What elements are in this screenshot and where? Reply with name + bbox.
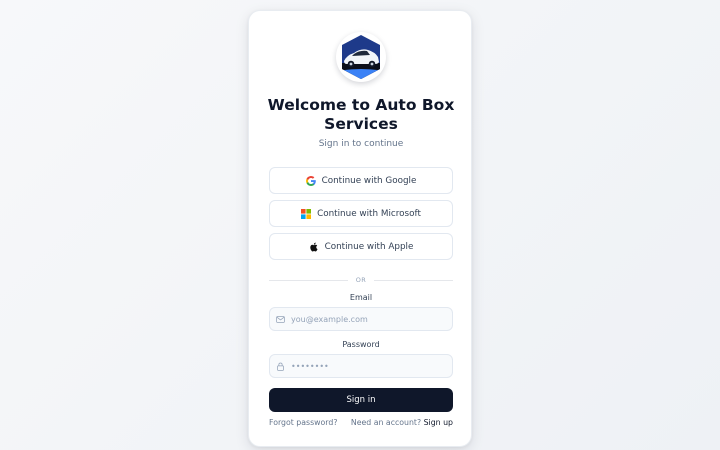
car-logo-icon	[342, 35, 380, 79]
microsoft-sign-in-button[interactable]: Continue with Microsoft	[269, 200, 453, 227]
apple-button-label: Continue with Apple	[324, 241, 414, 252]
google-icon	[305, 175, 316, 186]
sign-up-link[interactable]: Sign up	[424, 418, 453, 427]
page-subtitle: Sign in to continue	[318, 139, 404, 149]
google-button-label: Continue with Google	[321, 175, 417, 186]
sign-in-card: Welcome to Auto Box Services Sign in to …	[248, 10, 472, 447]
email-label: Email	[349, 293, 373, 302]
email-input[interactable]	[291, 314, 441, 324]
apple-icon	[309, 242, 319, 252]
brand-logo	[336, 32, 386, 82]
apple-sign-in-button[interactable]: Continue with Apple	[269, 233, 453, 260]
page-title: Welcome to Auto Box Services	[267, 96, 455, 133]
password-field-wrapper	[269, 354, 453, 378]
password-label: Password	[342, 340, 380, 349]
lock-icon	[276, 362, 285, 371]
forgot-password-link[interactable]: Forgot password?	[269, 418, 337, 427]
password-input[interactable]	[291, 361, 441, 371]
email-field-wrapper	[269, 307, 453, 331]
auth-footer: Forgot password? Need an account? Sign u…	[269, 418, 453, 427]
divider-line	[269, 279, 348, 281]
mail-icon	[276, 315, 285, 324]
divider-text: OR	[355, 276, 367, 284]
microsoft-icon	[301, 208, 312, 219]
signup-prompt: Need an account? Sign up	[351, 418, 453, 427]
or-divider: OR	[269, 275, 454, 285]
microsoft-button-label: Continue with Microsoft	[317, 208, 421, 219]
sign-in-button[interactable]: Sign in	[269, 388, 453, 412]
signup-prompt-text: Need an account?	[350, 418, 422, 427]
google-sign-in-button[interactable]: Continue with Google	[269, 167, 453, 194]
divider-line	[374, 279, 454, 281]
